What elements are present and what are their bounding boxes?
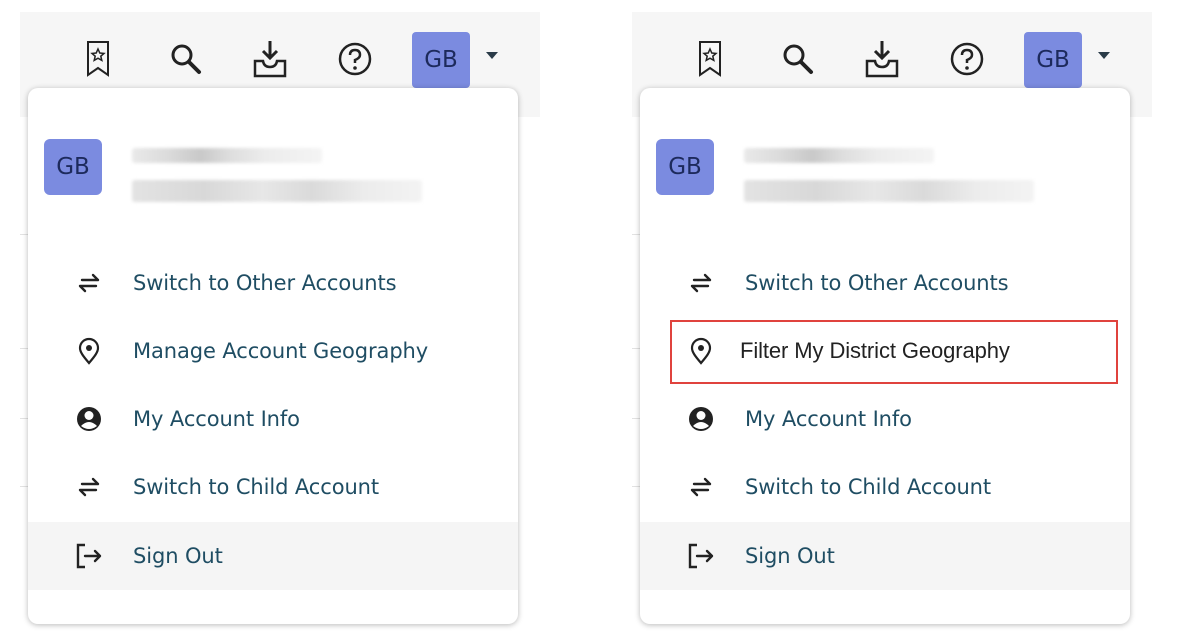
sign-out-icon — [72, 539, 106, 573]
menu-item-label: My Account Info — [745, 407, 912, 431]
account-avatar-button[interactable]: GB — [1024, 32, 1082, 88]
bookmark-star-icon[interactable] — [690, 32, 730, 86]
bookmark-star-icon[interactable] — [78, 32, 118, 86]
account-avatar-button[interactable]: GB — [412, 32, 470, 88]
location-pin-icon — [684, 334, 718, 368]
menu-item-label: Filter My District Geography — [740, 338, 1010, 363]
panel-after: GB GB Switch to Other Accounts Filter My… — [632, 0, 1152, 644]
menu-item-switch-child-account[interactable]: Switch to Child Account — [640, 454, 1130, 520]
user-circle-icon — [72, 402, 106, 436]
search-icon[interactable] — [778, 32, 818, 86]
switch-arrows-icon — [72, 266, 106, 300]
menu-item-my-account-info[interactable]: My Account Info — [640, 386, 1130, 452]
menu-item-label: My Account Info — [133, 407, 300, 431]
menu-item-label: Switch to Child Account — [745, 475, 991, 499]
menu-item-filter-district-geography[interactable]: Filter My District Geography — [640, 318, 1130, 384]
inbox-download-icon[interactable] — [862, 32, 902, 86]
location-pin-icon — [72, 334, 106, 368]
menu-item-label: Sign Out — [133, 544, 223, 568]
account-dropdown-menu: GB Switch to Other Accounts Filter My Di… — [640, 88, 1130, 624]
switch-arrows-icon — [72, 470, 106, 504]
search-icon[interactable] — [166, 32, 206, 86]
user-name-redacted — [744, 148, 934, 163]
help-circle-icon[interactable] — [335, 32, 375, 86]
sign-out-icon — [684, 539, 718, 573]
chevron-down-icon[interactable] — [486, 52, 498, 59]
menu-item-my-account-info[interactable]: My Account Info — [28, 386, 518, 452]
user-circle-icon — [684, 402, 718, 436]
menu-item-switch-other-accounts[interactable]: Switch to Other Accounts — [640, 250, 1130, 316]
panel-before: GB GB Switch to Other Accounts Manage Ac… — [20, 0, 540, 644]
menu-item-switch-other-accounts[interactable]: Switch to Other Accounts — [28, 250, 518, 316]
help-circle-icon[interactable] — [947, 32, 987, 86]
user-email-redacted — [132, 180, 422, 202]
menu-item-label: Switch to Other Accounts — [745, 271, 1009, 295]
user-name-redacted — [132, 148, 322, 163]
avatar: GB — [656, 139, 714, 195]
menu-item-label: Manage Account Geography — [133, 339, 429, 363]
inbox-download-icon[interactable] — [250, 32, 290, 86]
menu-item-sign-out[interactable]: Sign Out — [640, 522, 1130, 590]
menu-item-label: Switch to Child Account — [133, 475, 379, 499]
user-email-redacted — [744, 180, 1034, 202]
menu-item-switch-child-account[interactable]: Switch to Child Account — [28, 454, 518, 520]
account-dropdown-menu: GB Switch to Other Accounts Manage Accou… — [28, 88, 518, 624]
menu-item-manage-geography[interactable]: Manage Account Geography — [28, 318, 518, 384]
switch-arrows-icon — [684, 266, 718, 300]
avatar: GB — [44, 139, 102, 195]
menu-item-label: Switch to Other Accounts — [133, 271, 397, 295]
menu-item-sign-out[interactable]: Sign Out — [28, 522, 518, 590]
chevron-down-icon[interactable] — [1098, 52, 1110, 59]
menu-item-label: Sign Out — [745, 544, 835, 568]
switch-arrows-icon — [684, 470, 718, 504]
